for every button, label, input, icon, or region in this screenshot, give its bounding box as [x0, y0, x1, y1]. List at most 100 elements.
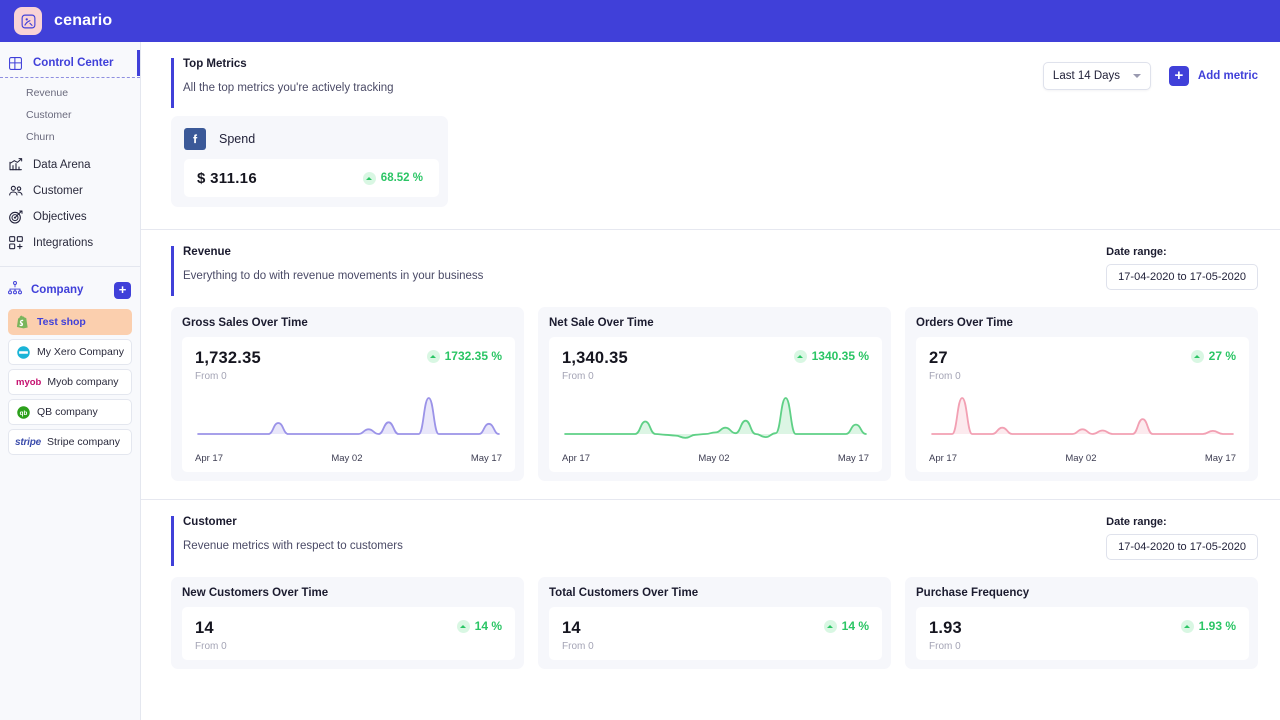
- chart-title: Purchase Frequency: [916, 587, 1249, 599]
- chart-card-purchase-frequency[interactable]: Purchase Frequency 1.93 From 0 1.93 %: [905, 577, 1258, 669]
- cenario-logo-icon[interactable]: [14, 7, 42, 35]
- sidebar-divider: [0, 266, 140, 267]
- customer-subtitle: Revenue metrics with respect to customer…: [183, 540, 1106, 552]
- page-subtitle: All the top metrics you're actively trac…: [183, 82, 1043, 94]
- chart-delta-value: 14 %: [475, 619, 502, 633]
- company-item-label: Stripe company: [47, 436, 120, 448]
- x-tick: May 17: [838, 453, 869, 464]
- sidebar-subitem-churn[interactable]: Churn: [0, 126, 140, 148]
- metric-card-title: Spend: [219, 132, 255, 146]
- customer-date-range-label: Date range:: [1106, 516, 1167, 528]
- company-title: Company: [31, 284, 106, 296]
- customer-header: Customer Revenue metrics with respect to…: [141, 500, 1280, 560]
- company-header: Company +: [0, 275, 140, 305]
- chart-x-axis: Apr 17 May 02 May 17: [562, 453, 869, 464]
- arrow-up-icon: [824, 620, 837, 633]
- company-item-quickbooks[interactable]: qb QB company: [8, 399, 132, 425]
- sidebar-subitem-customer[interactable]: Customer: [0, 104, 140, 126]
- top-bar: cenario: [0, 0, 1280, 42]
- page-title: Top Metrics: [183, 58, 1043, 70]
- chart-value: 27: [929, 349, 961, 368]
- arrow-up-icon: [363, 172, 376, 185]
- stripe-icon: stripe: [15, 437, 41, 448]
- x-tick: Apr 17: [562, 453, 590, 464]
- sidebar-item-control-center[interactable]: Control Center: [0, 50, 140, 76]
- metric-card-spend[interactable]: Spend $ 311.16 68.52 %: [171, 116, 448, 207]
- facebook-icon: [184, 128, 206, 150]
- add-metric-button[interactable]: + Add metric: [1169, 66, 1258, 86]
- sidebar-item-label: Customer: [33, 185, 83, 197]
- add-metric-label: Add metric: [1198, 70, 1258, 82]
- chart-value: 1.93: [929, 619, 962, 638]
- brand-name: cenario: [54, 12, 112, 30]
- chart-title: Gross Sales Over Time: [182, 317, 515, 329]
- revenue-header: Revenue Everything to do with revenue mo…: [141, 230, 1280, 290]
- revenue-title: Revenue: [183, 246, 1106, 258]
- main-content: Top Metrics All the top metrics you're a…: [141, 42, 1280, 720]
- sidebar-item-objectives[interactable]: Objectives: [0, 204, 140, 230]
- chart-card-new-customers[interactable]: New Customers Over Time 14 From 0 14 %: [171, 577, 524, 669]
- chart-from-label: From 0: [929, 641, 962, 652]
- x-tick: May 02: [698, 453, 729, 464]
- chart-value: 1,340.35: [562, 349, 628, 368]
- revenue-chart-grid: Gross Sales Over Time 1,732.35 From 0 17…: [141, 290, 1280, 481]
- customer-date-range-input[interactable]: 17-04-2020 to 17-05-2020: [1106, 534, 1258, 560]
- chart-card-total-customers[interactable]: Total Customers Over Time 14 From 0 14 %: [538, 577, 891, 669]
- date-range-select[interactable]: Last 14 Days: [1043, 62, 1151, 90]
- section-customer: Customer Revenue metrics with respect to…: [141, 500, 1280, 669]
- sidebar-subitem-revenue[interactable]: Revenue: [0, 82, 140, 104]
- chart-card-gross-sales[interactable]: Gross Sales Over Time 1,732.35 From 0 17…: [171, 307, 524, 481]
- chart-delta: 1.93 %: [1181, 619, 1236, 633]
- chart-delta: 1340.35 %: [794, 349, 869, 363]
- arrow-up-icon: [427, 350, 440, 363]
- revenue-date-range-input[interactable]: 17-04-2020 to 17-05-2020: [1106, 264, 1258, 290]
- company-item-stripe[interactable]: stripe Stripe company: [8, 429, 132, 455]
- section-revenue: Revenue Everything to do with revenue mo…: [141, 230, 1280, 500]
- chart-plot: [929, 390, 1236, 448]
- myob-icon: myob: [15, 377, 41, 388]
- sidebar-item-customer[interactable]: Customer: [0, 178, 140, 204]
- sidebar-subitem-label: Customer: [26, 109, 72, 121]
- customer-chart-grid: New Customers Over Time 14 From 0 14 %: [141, 560, 1280, 669]
- chart-delta: 1732.35 %: [427, 349, 502, 363]
- company-item-xero[interactable]: My Xero Company: [8, 339, 132, 365]
- sidebar-item-data-arena[interactable]: Data Arena: [0, 152, 140, 178]
- chart-delta-value: 1.93 %: [1199, 619, 1236, 633]
- bar-chart-icon: [7, 157, 24, 174]
- x-tick: May 17: [1205, 453, 1236, 464]
- chart-from-label: From 0: [195, 641, 227, 652]
- dashboard-grid-icon: [7, 55, 24, 72]
- chart-from-label: From 0: [929, 371, 961, 382]
- sidebar-item-label: Control Center: [33, 57, 114, 69]
- x-tick: May 02: [331, 453, 362, 464]
- chart-card-net-sale[interactable]: Net Sale Over Time 1,340.35 From 0 1340.…: [538, 307, 891, 481]
- add-company-button[interactable]: +: [114, 282, 131, 299]
- arrow-up-icon: [794, 350, 807, 363]
- chart-plot: [195, 390, 502, 448]
- chart-x-axis: Apr 17 May 02 May 17: [929, 453, 1236, 464]
- x-tick: Apr 17: [929, 453, 957, 464]
- chart-delta-value: 1340.35 %: [812, 349, 869, 363]
- sidebar-item-label: Objectives: [33, 211, 87, 223]
- company-item-myob[interactable]: myob Myob company: [8, 369, 132, 395]
- section-accent-bar: [171, 516, 174, 566]
- sidebar: Control Center Revenue Customer Churn: [0, 42, 141, 720]
- metric-card-delta: 68.52 %: [363, 172, 423, 185]
- chart-title: Orders Over Time: [916, 317, 1249, 329]
- chart-delta: 14 %: [457, 619, 502, 633]
- company-item-label: Myob company: [47, 376, 118, 388]
- arrow-up-icon: [457, 620, 470, 633]
- date-range-select-value: Last 14 Days: [1053, 70, 1120, 82]
- integrations-icon: [7, 235, 24, 252]
- chart-title: Net Sale Over Time: [549, 317, 882, 329]
- company-item-test-shop[interactable]: Test shop: [8, 309, 132, 335]
- chart-card-orders[interactable]: Orders Over Time 27 From 0 27 %: [905, 307, 1258, 481]
- chevron-down-icon: [1133, 74, 1141, 78]
- sidebar-item-integrations[interactable]: Integrations: [0, 230, 140, 256]
- chart-from-label: From 0: [195, 371, 261, 382]
- xero-icon: [15, 344, 31, 360]
- revenue-subtitle: Everything to do with revenue movements …: [183, 270, 1106, 282]
- chart-value: 14: [195, 619, 227, 638]
- quickbooks-icon: qb: [15, 404, 31, 420]
- section-accent-bar: [171, 58, 174, 108]
